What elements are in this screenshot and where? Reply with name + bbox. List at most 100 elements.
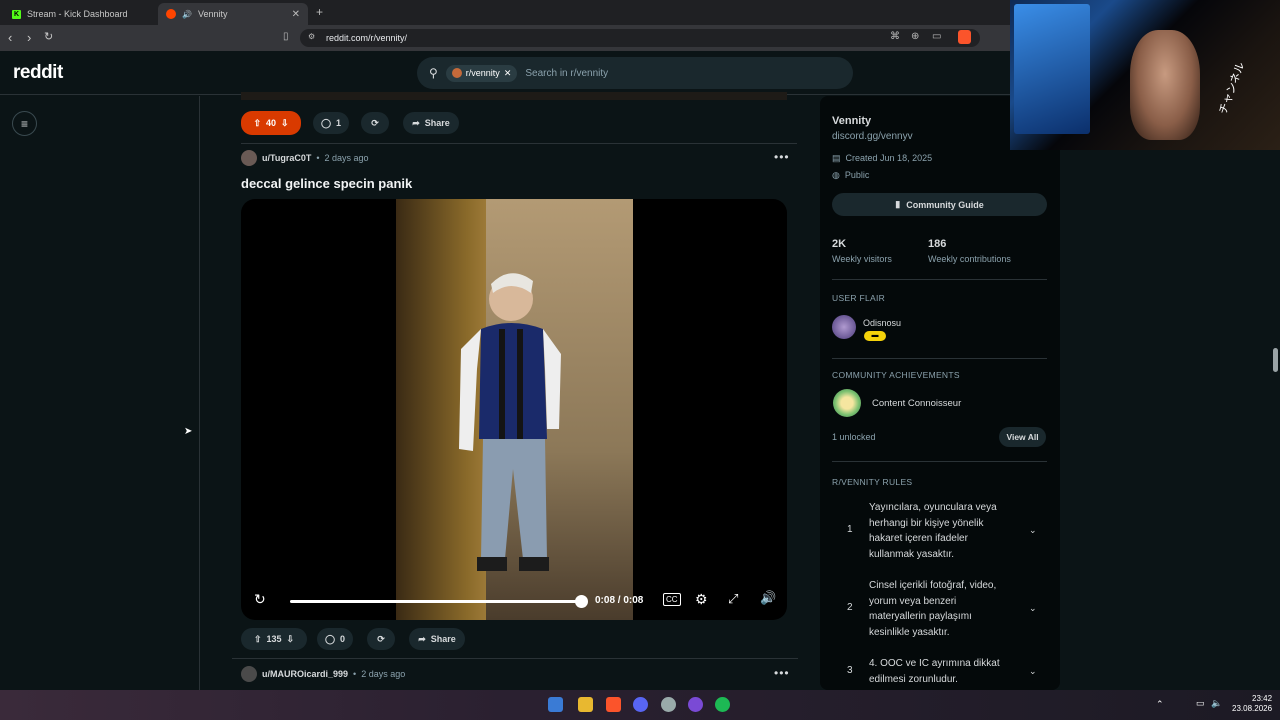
- vote-count: 135: [266, 634, 282, 644]
- chevron-down-icon[interactable]: ⌄: [1029, 666, 1037, 677]
- clock-date: 23.08.2026: [1232, 704, 1273, 713]
- share-button[interactable]: ➦ Share: [409, 628, 465, 650]
- cast-icon[interactable]: ▭: [932, 31, 941, 42]
- reddit-logo[interactable]: reddit: [13, 62, 63, 84]
- cake-icon: ▤: [832, 153, 841, 163]
- comment-icon: ◯: [324, 633, 336, 644]
- chip-label: r/vennity: [465, 68, 500, 78]
- upvote-icon[interactable]: ⇧: [253, 118, 261, 129]
- site-info-icon[interactable]: ⚙: [308, 32, 315, 41]
- subreddit-avatar: [451, 68, 462, 78]
- post-options-icon[interactable]: •••: [774, 150, 790, 164]
- rule-text[interactable]: Cinsel içerikli fotoğraf, video, yorum v…: [869, 578, 1014, 640]
- chevron-down-icon[interactable]: ⌄: [1029, 603, 1037, 614]
- subreddit-chip[interactable]: r/vennity ✕: [445, 64, 518, 82]
- search-bar[interactable]: ⚲ r/vennity ✕ Search in r/vennity: [417, 57, 853, 89]
- post-divider: [241, 143, 797, 144]
- sidebar-divider: [832, 461, 1047, 462]
- post-author[interactable]: u/MAUROicardi_999: [262, 669, 348, 679]
- comment-count: 1: [336, 118, 342, 128]
- menu-button[interactable]: ≡: [12, 111, 37, 136]
- close-tab-icon[interactable]: ✕: [292, 9, 300, 20]
- app-icon[interactable]: [688, 697, 703, 712]
- brave-shield-icon[interactable]: [958, 30, 971, 44]
- achievement-name: Content Connoisseur: [872, 398, 962, 409]
- spotify-icon[interactable]: [715, 697, 730, 712]
- tab-kick-dashboard[interactable]: K Stream - Kick Dashboard: [4, 3, 154, 25]
- volume-icon[interactable]: 🔊: [760, 590, 776, 606]
- post-author[interactable]: u/TugraC0T: [262, 153, 311, 163]
- view-all-button[interactable]: View All: [999, 427, 1046, 447]
- book-icon: ▮: [895, 199, 901, 209]
- crosspost-button[interactable]: ⟳: [367, 628, 395, 650]
- vote-pill-top[interactable]: ⇧ 40 ⇩: [241, 111, 301, 135]
- url-field[interactable]: reddit.com/r/vennity/: [300, 29, 980, 47]
- share-icon: ➦: [418, 633, 426, 644]
- new-tab-icon[interactable]: +: [316, 5, 323, 19]
- weekly-contrib-label: Weekly contributions: [928, 254, 1011, 264]
- upvote-icon[interactable]: ⇧: [254, 634, 262, 645]
- user-avatar[interactable]: [241, 150, 257, 166]
- brave-icon[interactable]: [606, 697, 621, 712]
- settings-gear-icon[interactable]: ⚙: [695, 591, 708, 608]
- volume-tray-icon[interactable]: 🔈: [1211, 698, 1222, 709]
- rule-text[interactable]: 4. OOC ve IC ayrımına dikkat edilmesi zo…: [869, 656, 1014, 688]
- tab-vennity[interactable]: 🔊 Vennity ✕: [158, 3, 308, 25]
- community-link[interactable]: discord.gg/vennyv: [832, 131, 913, 142]
- post-title[interactable]: deccal gelince specin panik: [241, 176, 412, 191]
- post-options-icon[interactable]: •••: [774, 666, 790, 680]
- post-divider: [232, 658, 798, 659]
- flair-avatar[interactable]: [832, 315, 856, 339]
- left-nav-column: [0, 96, 200, 690]
- webcam-window-light: [1014, 4, 1090, 134]
- created-row: ▤ Created Jun 18, 2025: [832, 153, 932, 164]
- created-date: Created Jun 18, 2025: [845, 153, 933, 163]
- progress-track[interactable]: [290, 600, 582, 603]
- chip-close-icon[interactable]: ✕: [504, 68, 512, 79]
- forward-icon[interactable]: ›: [27, 30, 31, 45]
- flair-username[interactable]: Odisnosu: [863, 318, 901, 328]
- fullscreen-icon[interactable]: ⤢: [728, 591, 738, 607]
- zoom-icon[interactable]: ⊕: [911, 31, 919, 42]
- clock-time: 23:42: [1252, 694, 1273, 703]
- vote-pill[interactable]: ⇧ 135 ⇩: [241, 628, 307, 650]
- comments-button-top[interactable]: ◯ 1: [313, 112, 349, 134]
- obs-icon[interactable]: [661, 697, 676, 712]
- share-button-top[interactable]: ➦ Share: [403, 112, 459, 134]
- community-guide-button[interactable]: ▮ Community Guide: [832, 193, 1047, 216]
- video-player[interactable]: ↻ 0:08 / 0:08 CC ⚙ ⤢ 🔊: [241, 199, 787, 620]
- mouse-cursor: ➤: [184, 426, 193, 437]
- bookmark-icon[interactable]: ▯: [283, 31, 289, 42]
- search-icon: ⚲: [429, 66, 438, 80]
- post-meta: u/TugraC0T • 2 days ago: [241, 150, 369, 166]
- replay-icon[interactable]: ↻: [254, 591, 266, 608]
- reload-icon[interactable]: ↻: [44, 30, 53, 43]
- downvote-icon[interactable]: ⇩: [281, 118, 289, 129]
- rule-text[interactable]: Yayıncılara, oyunculara veya herhangi bi…: [869, 500, 1014, 562]
- globe-icon: ◍: [832, 170, 840, 180]
- chevron-down-icon[interactable]: ⌄: [1029, 525, 1037, 536]
- video-time: 0:08 / 0:08: [595, 595, 644, 606]
- speaker-icon: 🔊: [182, 9, 192, 19]
- kick-icon: K: [12, 9, 21, 19]
- user-avatar[interactable]: [241, 666, 257, 682]
- tray-chevron-icon[interactable]: ⌃: [1156, 699, 1164, 710]
- taskbar-clock[interactable]: 23:42 23.08.2026: [1232, 694, 1272, 714]
- vote-count: 40: [265, 118, 276, 128]
- captions-icon[interactable]: CC: [663, 593, 681, 606]
- crosspost-button-top[interactable]: ⟳: [361, 112, 389, 134]
- previous-post-media-edge: [241, 92, 787, 100]
- user-flair-heading: USER FLAIR: [832, 293, 886, 303]
- progress-thumb[interactable]: [575, 595, 588, 608]
- comments-button[interactable]: ◯ 0: [317, 628, 353, 650]
- taskbar-app-icon[interactable]: [548, 697, 563, 712]
- back-icon[interactable]: ‹: [8, 30, 12, 45]
- scrollbar-thumb[interactable]: [1273, 348, 1278, 372]
- page-scrollbar[interactable]: [1272, 150, 1280, 690]
- downvote-icon[interactable]: ⇩: [287, 634, 295, 645]
- discord-icon[interactable]: [633, 697, 648, 712]
- translate-icon[interactable]: ⌘: [890, 31, 900, 42]
- folder-icon[interactable]: [578, 697, 593, 712]
- flair-badge: ▬: [864, 331, 886, 341]
- network-icon[interactable]: ▭: [1196, 698, 1205, 709]
